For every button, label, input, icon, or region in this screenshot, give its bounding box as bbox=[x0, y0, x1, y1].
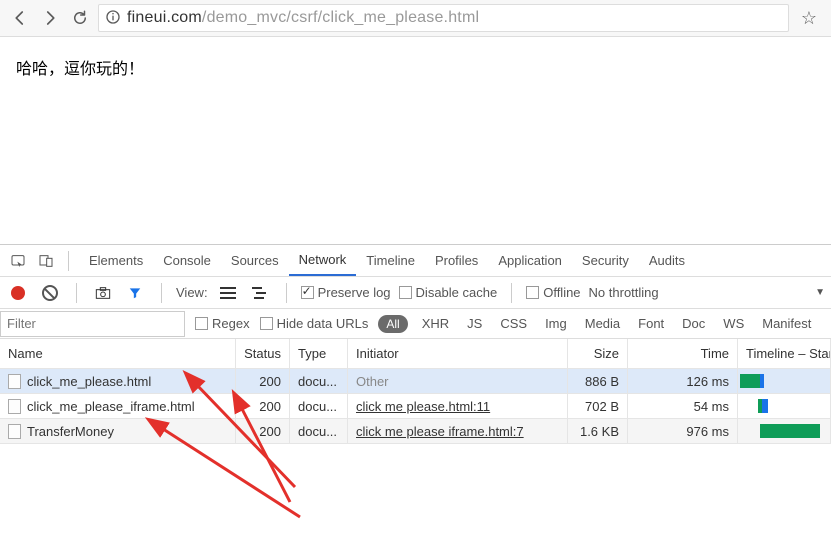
request-name: click_me_please.html bbox=[27, 374, 151, 389]
page-text: 哈哈，逗你玩的！ bbox=[16, 61, 144, 78]
regex-checkbox[interactable]: Regex bbox=[195, 316, 250, 331]
page-body: 哈哈，逗你玩的！ bbox=[0, 37, 831, 97]
waterfall-cell bbox=[738, 419, 831, 443]
offline-checkbox[interactable]: Offline bbox=[526, 285, 580, 300]
tab-audits[interactable]: Audits bbox=[639, 245, 695, 276]
table-row[interactable]: click_me_please_iframe.html 200 docu... … bbox=[0, 394, 831, 419]
devtools-tabs: Elements Console Sources Network Timelin… bbox=[79, 245, 695, 276]
request-time: 126 ms bbox=[628, 369, 738, 393]
clear-button[interactable] bbox=[38, 281, 62, 305]
checkbox-icon bbox=[301, 286, 314, 299]
divider bbox=[511, 283, 512, 303]
col-timeline[interactable]: Timeline – Start bbox=[738, 339, 831, 368]
divider bbox=[76, 283, 77, 303]
large-rows-icon[interactable] bbox=[216, 281, 240, 305]
request-time: 976 ms bbox=[628, 419, 738, 443]
checkbox-icon bbox=[260, 317, 273, 330]
filter-type-js[interactable]: JS bbox=[463, 316, 486, 331]
filter-type-doc[interactable]: Doc bbox=[678, 316, 709, 331]
col-type[interactable]: Type bbox=[290, 339, 348, 368]
request-type: docu... bbox=[290, 394, 348, 418]
divider bbox=[161, 283, 162, 303]
request-time: 54 ms bbox=[628, 394, 738, 418]
filter-toggle-icon[interactable] bbox=[123, 281, 147, 305]
table-row[interactable]: click_me_please.html 200 docu... Other 8… bbox=[0, 369, 831, 394]
tab-sources[interactable]: Sources bbox=[221, 245, 289, 276]
filter-input[interactable] bbox=[0, 311, 185, 337]
col-size[interactable]: Size bbox=[568, 339, 628, 368]
filter-type-css[interactable]: CSS bbox=[496, 316, 531, 331]
info-icon[interactable] bbox=[105, 9, 121, 28]
throttling-select[interactable]: No throttling bbox=[589, 285, 659, 300]
filter-all-pill[interactable]: All bbox=[378, 315, 407, 333]
back-button[interactable] bbox=[8, 6, 32, 30]
request-initiator[interactable]: click me please.html:11 bbox=[356, 399, 490, 414]
waterfall-cell bbox=[738, 394, 831, 418]
address-bar[interactable]: fineui.com/demo_mvc/csrf/click_me_please… bbox=[98, 4, 789, 32]
checkbox-icon bbox=[526, 286, 539, 299]
device-toggle-icon[interactable] bbox=[34, 249, 58, 273]
divider bbox=[68, 251, 69, 271]
filter-type-media[interactable]: Media bbox=[581, 316, 624, 331]
record-button[interactable] bbox=[6, 281, 30, 305]
tab-network[interactable]: Network bbox=[289, 245, 357, 276]
request-size: 1.6 KB bbox=[568, 419, 628, 443]
inspect-element-icon[interactable] bbox=[6, 249, 30, 273]
request-status: 200 bbox=[236, 419, 290, 443]
table-header: Name Status Type Initiator Size Time Tim… bbox=[0, 339, 831, 369]
divider bbox=[286, 283, 287, 303]
checkbox-icon bbox=[399, 286, 412, 299]
hide-data-urls-checkbox[interactable]: Hide data URLs bbox=[260, 316, 369, 331]
request-name: click_me_please_iframe.html bbox=[27, 399, 195, 414]
network-table: Name Status Type Initiator Size Time Tim… bbox=[0, 339, 831, 534]
clear-icon bbox=[42, 285, 58, 301]
document-icon bbox=[8, 374, 21, 389]
request-initiator[interactable]: click me please iframe.html:7 bbox=[356, 424, 524, 439]
col-initiator[interactable]: Initiator bbox=[348, 339, 568, 368]
url-text: fineui.com/demo_mvc/csrf/click_me_please… bbox=[127, 9, 479, 27]
reload-button[interactable] bbox=[68, 6, 92, 30]
devtools-tabbar: Elements Console Sources Network Timelin… bbox=[0, 245, 831, 277]
bookmark-star-icon[interactable]: ☆ bbox=[795, 8, 823, 29]
request-initiator: Other bbox=[356, 374, 389, 389]
devtools-panel: Elements Console Sources Network Timelin… bbox=[0, 244, 831, 534]
tab-console[interactable]: Console bbox=[153, 245, 221, 276]
request-size: 886 B bbox=[568, 369, 628, 393]
network-toolbar: View: Preserve log Disable cache Offline… bbox=[0, 277, 831, 309]
table-row[interactable]: TransferMoney 200 docu... click me pleas… bbox=[0, 419, 831, 444]
capture-screenshots-icon[interactable] bbox=[91, 281, 115, 305]
col-status[interactable]: Status bbox=[236, 339, 290, 368]
browser-nav-bar: fineui.com/demo_mvc/csrf/click_me_please… bbox=[0, 0, 831, 37]
request-name: TransferMoney bbox=[27, 424, 114, 439]
tab-timeline[interactable]: Timeline bbox=[356, 245, 425, 276]
checkbox-icon bbox=[195, 317, 208, 330]
chevron-down-icon[interactable]: ▼ bbox=[815, 287, 825, 298]
filter-type-xhr[interactable]: XHR bbox=[418, 316, 453, 331]
tab-elements[interactable]: Elements bbox=[79, 245, 153, 276]
view-label: View: bbox=[176, 285, 208, 300]
disable-cache-checkbox[interactable]: Disable cache bbox=[399, 285, 498, 300]
tab-security[interactable]: Security bbox=[572, 245, 639, 276]
request-type: docu... bbox=[290, 419, 348, 443]
waterfall-cell bbox=[738, 369, 831, 393]
tab-application[interactable]: Application bbox=[488, 245, 572, 276]
filter-type-font[interactable]: Font bbox=[634, 316, 668, 331]
filter-type-img[interactable]: Img bbox=[541, 316, 571, 331]
document-icon bbox=[8, 399, 21, 414]
network-filter-bar: Regex Hide data URLs All XHR JS CSS Img … bbox=[0, 309, 831, 339]
request-type: docu... bbox=[290, 369, 348, 393]
forward-button[interactable] bbox=[38, 6, 62, 30]
request-size: 702 B bbox=[568, 394, 628, 418]
tab-profiles[interactable]: Profiles bbox=[425, 245, 488, 276]
request-status: 200 bbox=[236, 369, 290, 393]
document-icon bbox=[8, 424, 21, 439]
request-status: 200 bbox=[236, 394, 290, 418]
col-time[interactable]: Time bbox=[628, 339, 738, 368]
preserve-log-checkbox[interactable]: Preserve log bbox=[301, 285, 391, 300]
filter-type-manifest[interactable]: Manifest bbox=[758, 316, 815, 331]
col-name[interactable]: Name bbox=[0, 339, 236, 368]
overview-icon[interactable] bbox=[248, 281, 272, 305]
filter-type-ws[interactable]: WS bbox=[719, 316, 748, 331]
